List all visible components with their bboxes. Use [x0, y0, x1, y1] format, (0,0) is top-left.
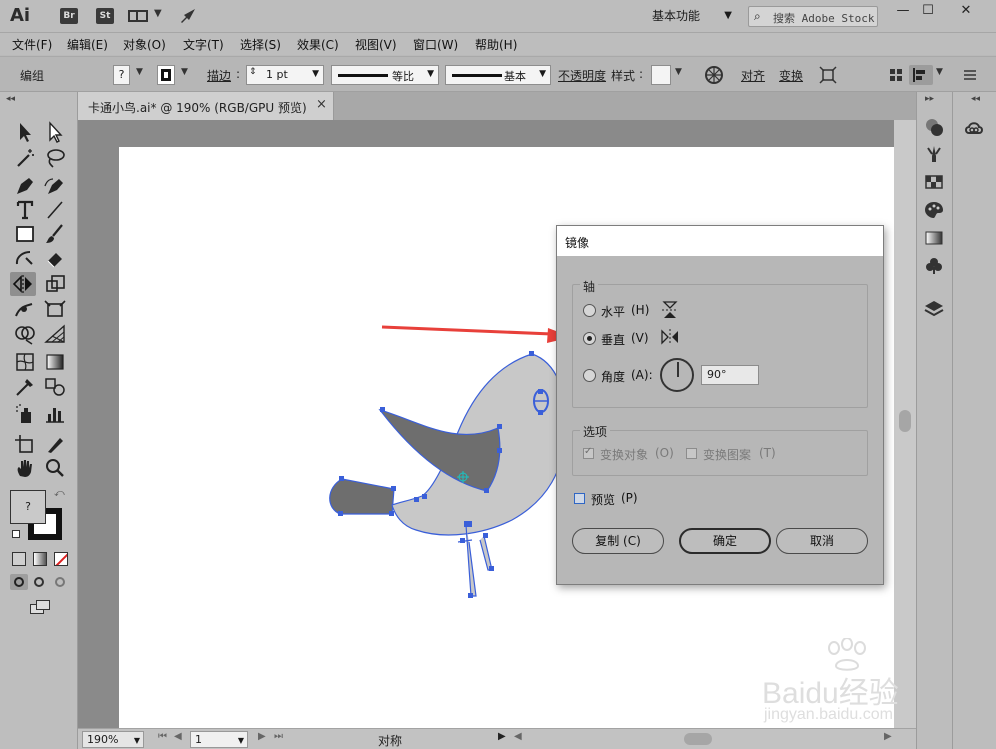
angle-dial[interactable] — [660, 358, 694, 392]
dialog-title: 镜像 — [565, 236, 590, 250]
horizontal-scroll-thumb[interactable] — [684, 733, 712, 745]
brushes-panel-icon[interactable] — [922, 142, 946, 166]
vertical-axis-radio[interactable] — [583, 332, 596, 345]
horizontal-axis-radio[interactable] — [583, 304, 596, 317]
axis-group-title: 轴 — [580, 278, 599, 295]
color-guide-icon[interactable] — [922, 198, 946, 222]
baidu-paw-logo — [828, 638, 866, 671]
previous-artboard-icon[interactable]: ◀ — [174, 731, 182, 742]
transform-patterns-key: (T) — [759, 446, 776, 460]
bird-tail[interactable] — [329, 478, 395, 515]
symbols-panel-icon[interactable] — [922, 254, 946, 278]
zoom-level-field[interactable]: 190% ▼ — [82, 731, 144, 748]
status-bar: 190% ▼ ⏮ ◀ 1 ▼ ▶ ⏭ 对称 ▶ ◀ ▶ — [78, 728, 916, 749]
angle-label[interactable]: 角度 — [601, 368, 625, 385]
annotation-arrow — [381, 325, 553, 336]
options-group-title: 选项 — [580, 423, 611, 440]
vertical-scroll-thumb[interactable] — [899, 410, 911, 432]
fill-swatch-large[interactable]: ? — [10, 490, 46, 524]
zoom-value: 190% — [87, 733, 119, 746]
swatches-panel-icon[interactable] — [922, 170, 946, 194]
bird-leg-front[interactable] — [465, 524, 477, 597]
vertical-axis-label[interactable]: 垂直 — [601, 331, 625, 348]
collapse-dock-icon[interactable]: ◂◂ — [971, 94, 980, 104]
angle-input[interactable]: 90° — [701, 365, 759, 385]
expand-panels-icon[interactable]: ▸▸ — [925, 94, 934, 104]
gradient-panel-icon[interactable] — [922, 226, 946, 250]
chevron-down-icon: ▼ — [237, 736, 244, 745]
first-artboard-icon[interactable]: ⏮ — [158, 731, 167, 742]
creative-cloud-libraries-icon[interactable] — [962, 116, 986, 140]
transform-patterns-checkbox[interactable] — [686, 448, 697, 459]
preview-label[interactable]: 预览 — [591, 491, 615, 508]
horizontal-axis-label[interactable]: 水平 — [601, 303, 625, 320]
dialog-title-bar[interactable]: 镜像 — [557, 226, 883, 256]
vertical-axis-key: (V) — [631, 331, 649, 345]
horizontal-axis-key: (H) — [631, 303, 650, 317]
last-artboard-icon[interactable]: ⏭ — [274, 731, 283, 742]
scroll-right-icon[interactable]: ▶ — [884, 731, 892, 742]
preview-key: (P) — [621, 491, 638, 505]
color-panel-icon[interactable] — [922, 116, 946, 140]
transform-patterns-label: 变换图案 — [703, 448, 752, 462]
baidu-watermark: Baidu经验 jingyan.baidu.com — [762, 638, 962, 728]
bird-leg-back[interactable] — [479, 535, 493, 571]
copy-button[interactable]: 复制 (C) — [572, 528, 664, 554]
artboard-number: 1 — [195, 733, 202, 746]
scroll-left-icon[interactable]: ◀ — [514, 731, 522, 742]
status-menu-icon[interactable]: ▶ — [498, 731, 506, 742]
chevron-down-icon: ▼ — [133, 736, 140, 745]
vertical-reflect-icon — [661, 329, 678, 345]
vertical-scrollbar[interactable] — [894, 120, 916, 728]
angle-radio[interactable] — [583, 369, 596, 382]
next-artboard-icon[interactable]: ▶ — [258, 731, 266, 742]
layers-panel-icon[interactable] — [922, 296, 946, 320]
copy-button-key: (C) — [623, 534, 641, 548]
transform-objects-key: (O) — [655, 446, 674, 460]
horizontal-reflect-icon — [662, 301, 678, 318]
watermark-url: jingyan.baidu.com — [764, 706, 893, 723]
ok-button[interactable]: 确定 — [679, 528, 771, 554]
status-tool-text: 对称 — [378, 734, 403, 748]
transform-objects-label: 变换对象 — [600, 448, 649, 462]
angle-key: (A): — [631, 368, 653, 382]
preview-checkbox[interactable] — [574, 493, 585, 504]
cancel-button[interactable]: 取消 — [776, 528, 868, 554]
copy-button-label: 复制 — [595, 534, 620, 548]
reflect-dialog: 镜像 轴 水平 (H) 垂直 (V) 角度 (A): 90° 选项 变换对象 (… — [556, 225, 884, 585]
artboard-navigation-field[interactable]: 1 ▼ — [190, 731, 248, 748]
transform-objects-checkbox[interactable] — [583, 446, 594, 459]
